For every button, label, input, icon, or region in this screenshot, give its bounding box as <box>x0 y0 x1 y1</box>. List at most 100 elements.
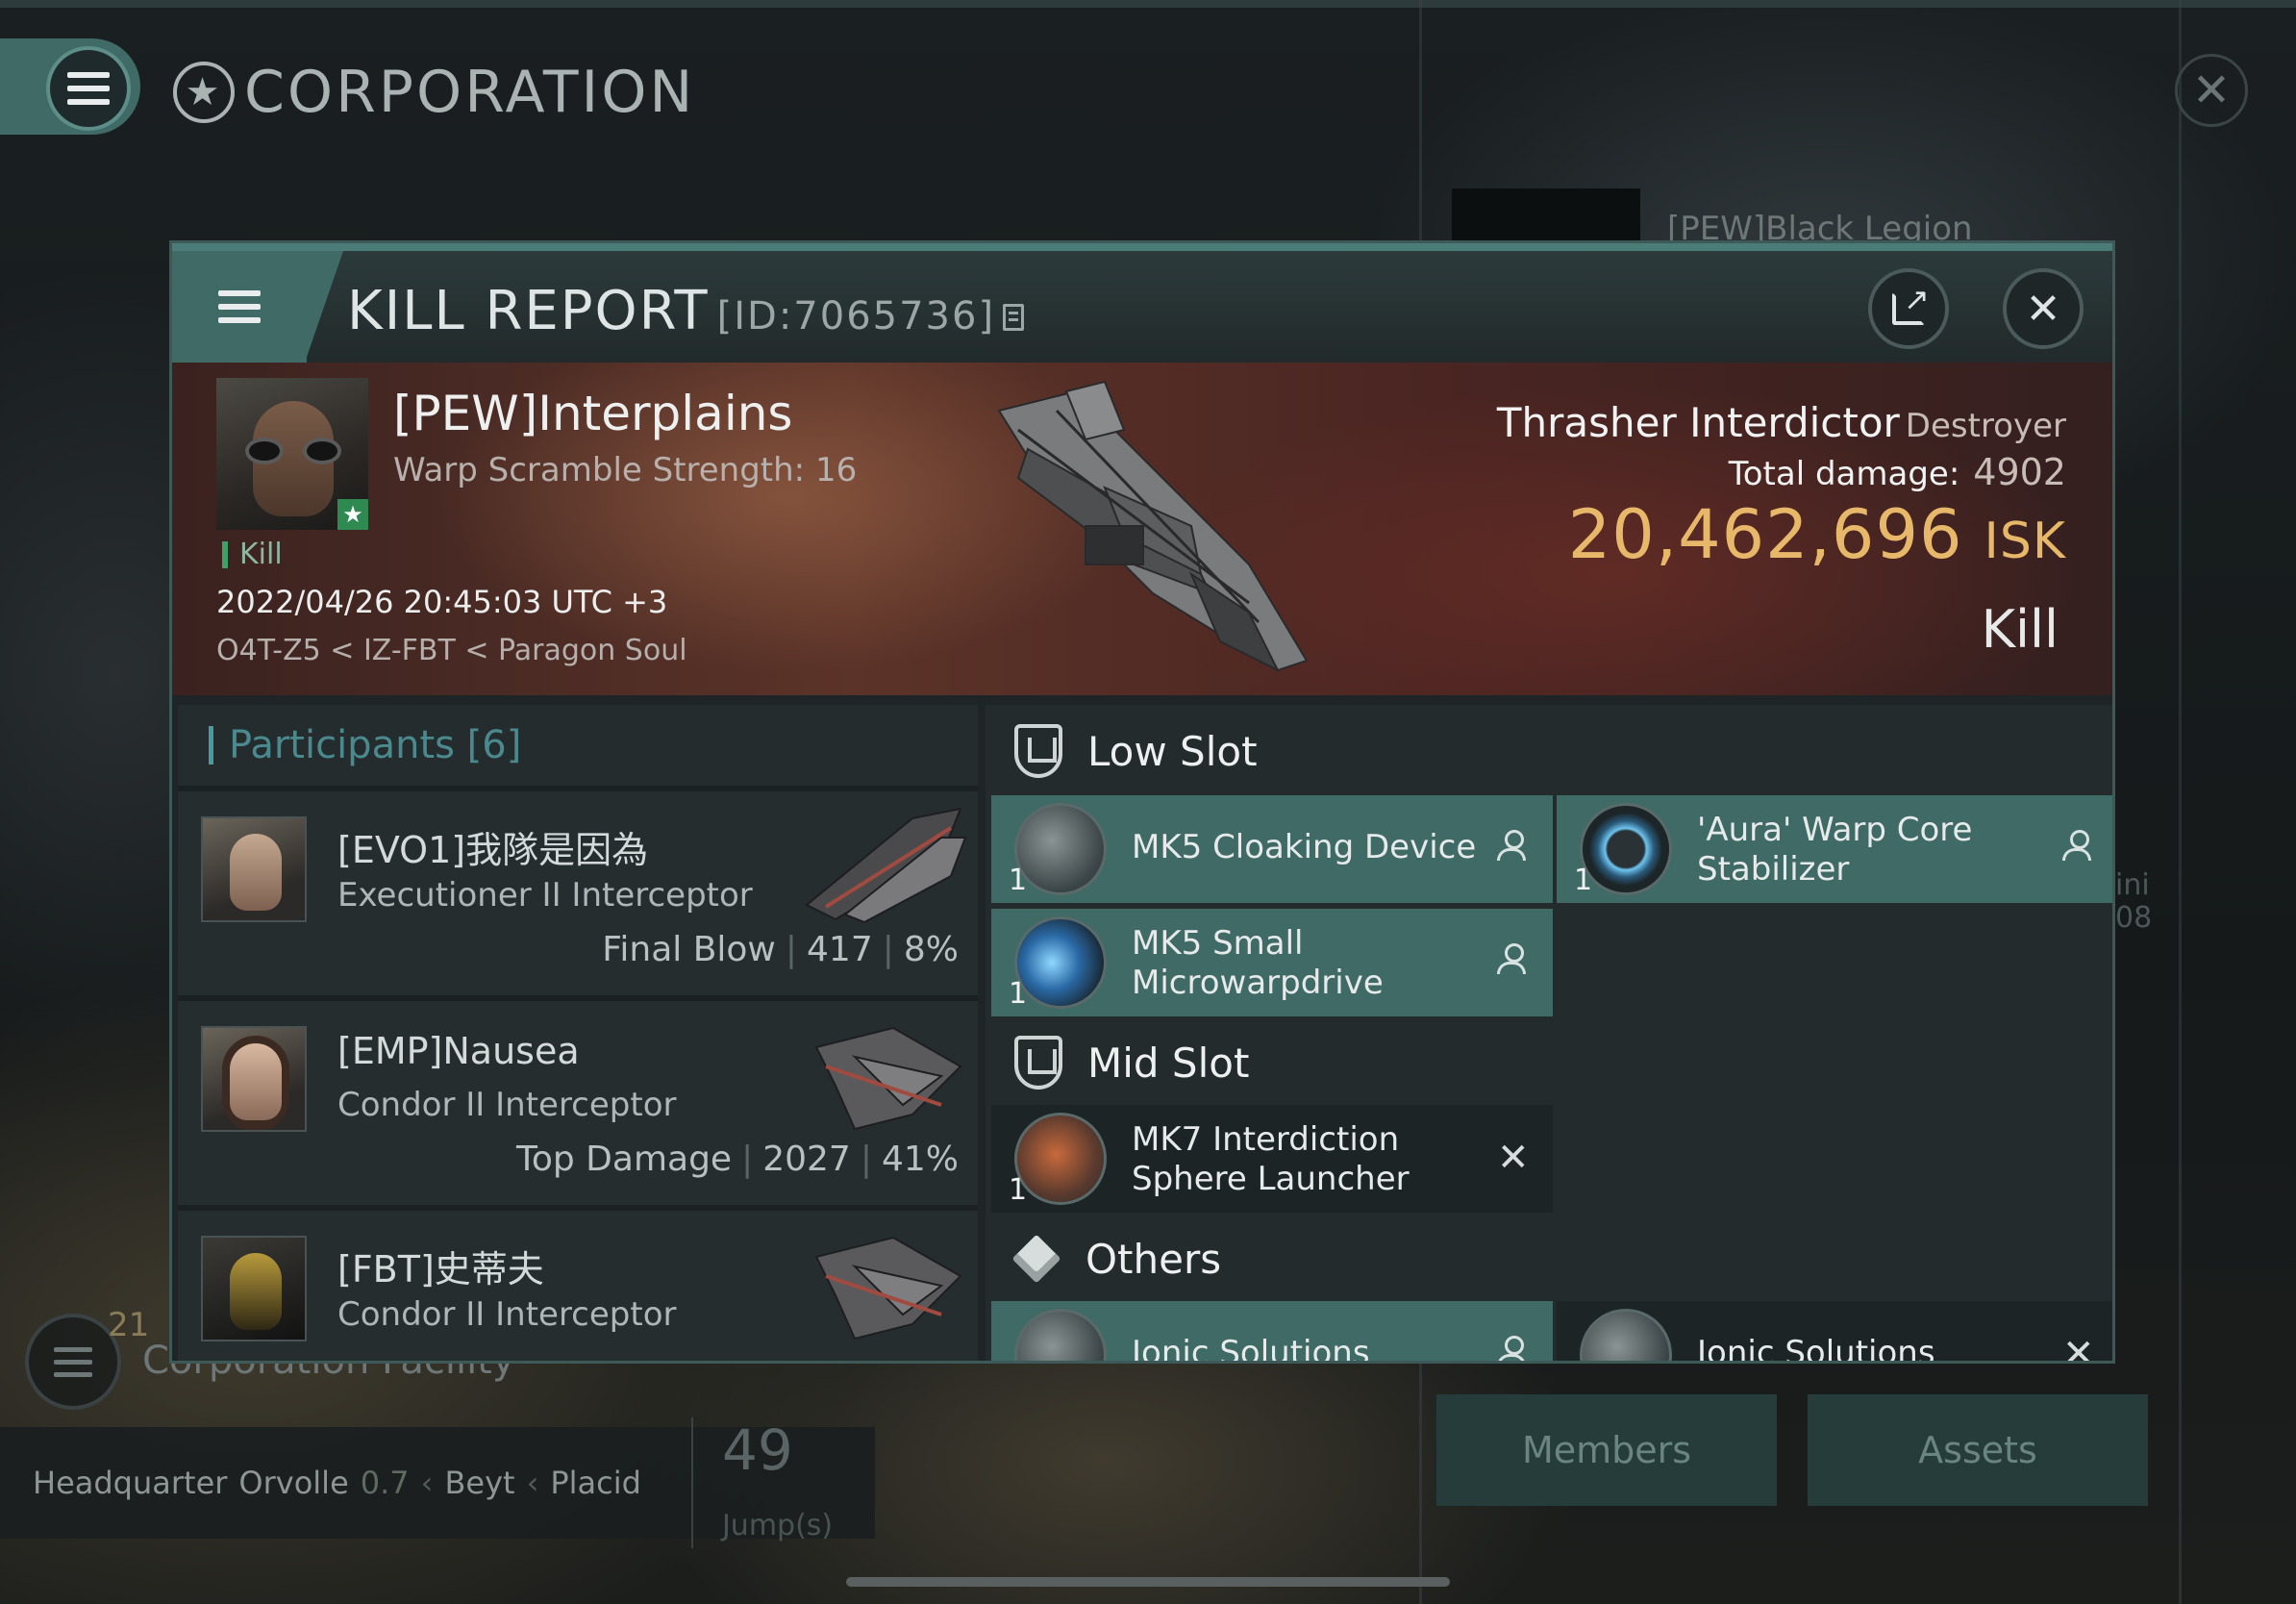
victim-banner: ★ [PEW]Interplains Warp Scramble Strengt… <box>172 363 2112 695</box>
ship-class: Destroyer <box>1905 407 2066 445</box>
kill-location[interactable]: O4T-Z5 < IZ-FBT < Paragon Soul <box>216 634 687 667</box>
portrait-goggles <box>245 438 341 464</box>
module-quantity: 1 <box>1009 977 1028 1011</box>
close-icon: ✕ <box>2191 63 2232 117</box>
participant-ship-render <box>814 1026 962 1131</box>
module-name: 'Aura' Warp Core Stabilizer <box>1697 811 1973 889</box>
destroyed-x-icon: ✕ <box>2062 1332 2095 1364</box>
victim-subtitle: Warp Scramble Strength: 16 <box>393 451 858 489</box>
background-divider <box>2179 0 2182 1604</box>
module-item[interactable]: 1 MK5 Small Microwarpdrive <box>991 909 1553 1016</box>
chevron-left-icon: ‹ <box>526 1465 539 1501</box>
facility-button[interactable] <box>25 1314 121 1410</box>
sphere-launcher-icon <box>1014 1113 1107 1205</box>
total-damage-label: Total damage: <box>1728 455 1960 493</box>
ionic-solutions-icon <box>1580 1309 1672 1361</box>
low-slot-header: Low Slot <box>986 705 1543 797</box>
mid-slot-label: Mid Slot <box>1087 1039 1250 1087</box>
corporation-star-icon: ★ <box>173 62 235 123</box>
total-damage-value: 4902 <box>1973 451 2066 493</box>
page-close-button[interactable]: ✕ <box>2175 54 2248 127</box>
module-item[interactable]: 1 MK5 Cloaking Device <box>991 795 1553 903</box>
side-text: ini 08 <box>2115 868 2153 935</box>
kill-id: [ID:7065736] <box>716 294 996 338</box>
participant-stats: Top Damage | 2027 | 41% <box>515 1140 959 1179</box>
isk-value: 20,462,696 ISK <box>1568 495 2066 574</box>
fitting-panel: Low Slot 1 MK5 Cloaking Device 1 'Aura' … <box>986 705 2112 1364</box>
share-button[interactable] <box>1868 268 1949 349</box>
ship-name: Thrasher Interdictor <box>1496 399 1900 446</box>
module-item[interactable]: Ionic Solutions <box>991 1301 1553 1361</box>
module-quantity: 1 <box>1574 864 1593 897</box>
jumps-count: 49 Jump(s) <box>690 1417 875 1548</box>
ionic-solutions-icon <box>1014 1309 1107 1361</box>
microwarpdrive-icon <box>1014 916 1107 1009</box>
participant-name: [EMP]Nausea <box>337 1030 580 1072</box>
victim-portrait[interactable]: ★ <box>216 378 368 530</box>
mid-slot-icon <box>1014 1036 1062 1090</box>
total-damage: Total damage: 4902 <box>1729 451 2066 493</box>
participant-percent: 41% <box>881 1140 959 1179</box>
participant-name: [EVO1]我隊是因為 <box>337 829 649 871</box>
kill-datetime: 2022/04/26 20:45:03 UTC +3 <box>216 584 668 620</box>
dropped-person-icon <box>1497 1336 1532 1361</box>
main-menu-button[interactable] <box>0 38 140 135</box>
participants-panel: Participants [6] [EVO1]我隊是因為 Executioner… <box>178 705 978 1361</box>
share-icon <box>1892 281 1930 325</box>
mid-slot-header: Mid Slot <box>986 1016 1543 1109</box>
participants-header[interactable]: Participants [6] <box>178 705 978 786</box>
menu-ring <box>46 46 131 131</box>
dropped-person-icon <box>2062 830 2097 866</box>
others-label: Others <box>1086 1235 1222 1283</box>
modal-title: KILL REPORT [ID:7065736] <box>347 280 1025 342</box>
participant-name: [FBT]史蒂夫 <box>337 1248 544 1291</box>
dropped-person-icon <box>1497 943 1532 980</box>
others-header: Others <box>986 1213 1543 1305</box>
tab-members[interactable]: Members <box>1436 1394 1777 1506</box>
standing-star-icon: ★ <box>337 499 368 530</box>
home-indicator[interactable] <box>846 1577 1450 1587</box>
kill-tag: Kill <box>222 540 283 569</box>
participant-portrait <box>201 1236 307 1341</box>
list-icon <box>54 1346 92 1377</box>
headquarter-bar[interactable]: Headquarter Orvolle 0.7 ‹ Beyt ‹ Placid … <box>0 1417 875 1548</box>
participant-damage: 2027 <box>762 1140 851 1179</box>
modal-close-button[interactable]: ✕ <box>2003 268 2084 349</box>
victim-name[interactable]: [PEW]Interplains <box>393 386 792 441</box>
module-item[interactable]: 1 MK7 Interdiction Sphere Launcher ✕ <box>991 1105 1553 1213</box>
ship-type[interactable]: Thrasher Interdictor Destroyer <box>1497 399 2066 446</box>
victim-ship-render <box>997 380 1309 673</box>
page-title: ★ CORPORATION <box>173 54 695 131</box>
module-quantity: 1 <box>1009 1173 1028 1207</box>
low-slot-icon <box>1014 724 1062 778</box>
low-slot-label: Low Slot <box>1087 727 1258 775</box>
isk-unit: ISK <box>1984 513 2066 570</box>
participant-portrait <box>201 816 307 922</box>
module-item[interactable]: Ionic Solutions ✕ <box>1557 1301 2112 1364</box>
copy-icon[interactable] <box>1003 304 1025 331</box>
participant-ship: Condor II Interceptor <box>337 1086 677 1124</box>
participant-ship-render <box>805 807 967 924</box>
participant-row[interactable]: [EVO1]我隊是因為 Executioner II Interceptor F… <box>178 791 978 995</box>
participant-damage: 417 <box>807 930 873 969</box>
hamburger-icon <box>67 72 110 105</box>
menu-wedge <box>305 251 343 363</box>
participant-stats: Final Blow | 417 | 8% <box>602 930 959 969</box>
module-item[interactable]: 1 'Aura' Warp Core Stabilizer <box>1557 795 2112 903</box>
tab-assets[interactable]: Assets <box>1808 1394 2148 1506</box>
module-quantity: 1 <box>1009 864 1028 897</box>
module-name: MK7 Interdiction Sphere Launcher <box>1132 1120 1410 1198</box>
participant-portrait <box>201 1026 307 1132</box>
participant-row[interactable]: [FBT]史蒂夫 Condor II Interceptor <box>178 1211 978 1361</box>
hq-label: Headquarter <box>33 1465 228 1501</box>
participant-row[interactable]: [EMP]Nausea Condor II Interceptor Top Da… <box>178 1001 978 1205</box>
modal-menu-button[interactable] <box>172 251 307 363</box>
hq-region: Placid <box>550 1465 641 1501</box>
kill-result: Kill <box>1981 599 2059 660</box>
destroyed-x-icon: ✕ <box>1497 1136 1530 1180</box>
cloaking-device-icon <box>1014 803 1107 895</box>
chevron-left-icon: ‹ <box>420 1465 434 1501</box>
hamburger-icon <box>218 290 261 323</box>
modal-title-text: KILL REPORT <box>347 280 710 342</box>
participant-ship-render <box>814 1236 962 1341</box>
